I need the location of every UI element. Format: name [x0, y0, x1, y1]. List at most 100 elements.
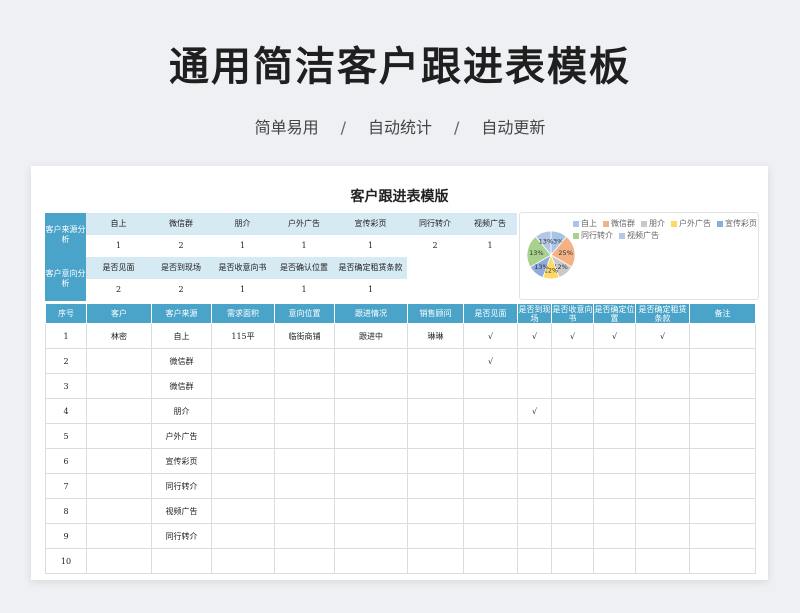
legend-item[interactable]: 户外广告 — [671, 218, 711, 230]
table-cell[interactable] — [517, 423, 552, 449]
table-cell[interactable] — [593, 548, 636, 574]
table-cell[interactable] — [86, 498, 152, 524]
table-cell[interactable] — [86, 423, 152, 449]
table-cell[interactable]: 9 — [45, 523, 87, 549]
table-cell[interactable]: 户外广告 — [151, 423, 212, 449]
table-cell[interactable] — [211, 498, 275, 524]
table-cell[interactable] — [689, 323, 756, 349]
table-cell[interactable]: √ — [463, 323, 518, 349]
table-cell[interactable]: 琳琳 — [407, 323, 464, 349]
table-cell[interactable] — [593, 448, 636, 474]
table-cell[interactable] — [86, 348, 152, 374]
table-cell[interactable] — [86, 398, 152, 424]
table-cell[interactable] — [274, 348, 335, 374]
table-cell[interactable]: 跟进中 — [334, 323, 408, 349]
source-value-cell[interactable]: 2 — [151, 235, 211, 257]
intent-header-cell[interactable]: 是否到现场 — [151, 257, 211, 279]
legend-item[interactable]: 宣传彩页 — [717, 218, 757, 230]
table-cell[interactable] — [407, 523, 464, 549]
table-cell[interactable]: 视频广告 — [151, 498, 212, 524]
table-cell[interactable]: 2 — [45, 348, 87, 374]
table-cell[interactable] — [551, 523, 594, 549]
table-cell[interactable]: 1 — [45, 323, 87, 349]
table-cell[interactable] — [463, 423, 518, 449]
table-cell[interactable] — [551, 423, 594, 449]
table-cell[interactable] — [86, 448, 152, 474]
intent-value-cell[interactable]: 1 — [334, 279, 407, 301]
table-cell[interactable]: 6 — [45, 448, 87, 474]
column-header[interactable]: 是否确定位置 — [593, 303, 636, 324]
source-value-cell[interactable]: 1 — [274, 235, 334, 257]
table-cell[interactable] — [211, 523, 275, 549]
column-header[interactable]: 是否确定租赁条款 — [635, 303, 690, 324]
table-cell[interactable]: 朋介 — [151, 398, 212, 424]
table-cell[interactable]: √ — [593, 323, 636, 349]
source-header-cell[interactable]: 朋介 — [211, 213, 274, 235]
table-cell[interactable] — [689, 473, 756, 499]
table-cell[interactable] — [517, 373, 552, 399]
table-cell[interactable] — [517, 348, 552, 374]
column-header[interactable]: 意向位置 — [274, 303, 335, 324]
table-cell[interactable]: √ — [517, 398, 552, 424]
table-cell[interactable] — [334, 498, 408, 524]
table-cell[interactable]: √ — [463, 348, 518, 374]
source-header-cell[interactable]: 户外广告 — [274, 213, 334, 235]
table-cell[interactable] — [407, 448, 464, 474]
table-cell[interactable] — [635, 498, 690, 524]
table-cell[interactable]: √ — [551, 323, 594, 349]
table-cell[interactable] — [274, 498, 335, 524]
table-cell[interactable] — [593, 423, 636, 449]
column-header[interactable]: 是否见面 — [463, 303, 518, 324]
table-cell[interactable] — [274, 423, 335, 449]
table-cell[interactable]: 115平 — [211, 323, 275, 349]
table-cell[interactable] — [635, 473, 690, 499]
source-pie-chart[interactable]: 13%25%12%12%13%13%13% — [526, 218, 576, 292]
table-cell[interactable] — [211, 473, 275, 499]
table-cell[interactable] — [463, 523, 518, 549]
table-cell[interactable] — [551, 373, 594, 399]
table-cell[interactable] — [211, 448, 275, 474]
table-cell[interactable] — [274, 548, 335, 574]
table-cell[interactable] — [211, 548, 275, 574]
table-cell[interactable] — [463, 473, 518, 499]
table-cell[interactable] — [334, 373, 408, 399]
table-cell[interactable] — [689, 348, 756, 374]
table-cell[interactable] — [334, 423, 408, 449]
table-cell[interactable] — [407, 498, 464, 524]
table-cell[interactable] — [86, 373, 152, 399]
table-cell[interactable] — [551, 498, 594, 524]
intent-value-cell[interactable]: 1 — [211, 279, 274, 301]
table-cell[interactable] — [593, 523, 636, 549]
table-cell[interactable] — [86, 523, 152, 549]
table-cell[interactable] — [517, 523, 552, 549]
table-cell[interactable] — [211, 348, 275, 374]
table-cell[interactable] — [517, 498, 552, 524]
table-cell[interactable]: 临街商铺 — [274, 323, 335, 349]
table-cell[interactable] — [551, 448, 594, 474]
table-cell[interactable] — [635, 423, 690, 449]
table-cell[interactable]: 微信群 — [151, 373, 212, 399]
intent-value-cell[interactable]: 1 — [274, 279, 334, 301]
table-cell[interactable] — [689, 373, 756, 399]
table-cell[interactable] — [593, 348, 636, 374]
table-cell[interactable] — [86, 548, 152, 574]
intent-header-cell[interactable]: 是否确定租赁条款 — [334, 257, 407, 279]
column-header[interactable]: 销售顾问 — [407, 303, 464, 324]
table-cell[interactable] — [689, 448, 756, 474]
table-cell[interactable]: 林密 — [86, 323, 152, 349]
table-cell[interactable] — [517, 448, 552, 474]
source-header-cell[interactable]: 宣传彩页 — [334, 213, 407, 235]
table-cell[interactable] — [463, 398, 518, 424]
intent-header-cell[interactable]: 是否确认位置 — [274, 257, 334, 279]
intent-header-cell[interactable]: 是否收意向书 — [211, 257, 274, 279]
table-cell[interactable] — [407, 348, 464, 374]
legend-item[interactable]: 同行转介 — [573, 230, 613, 242]
table-cell[interactable] — [593, 398, 636, 424]
intent-value-cell[interactable]: 2 — [151, 279, 211, 301]
table-cell[interactable] — [211, 423, 275, 449]
table-cell[interactable] — [151, 548, 212, 574]
table-cell[interactable] — [86, 473, 152, 499]
legend-item[interactable]: 视频广告 — [619, 230, 659, 242]
source-value-cell[interactable]: 1 — [86, 235, 151, 257]
table-cell[interactable] — [689, 398, 756, 424]
